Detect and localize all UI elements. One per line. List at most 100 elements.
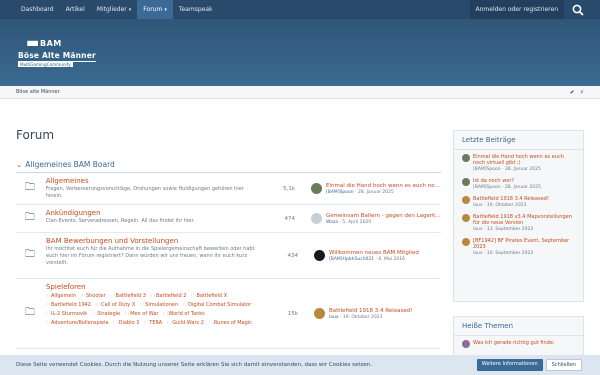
avatar[interactable] [311, 183, 323, 194]
chevron-down-icon: ▾ [164, 6, 167, 13]
nav-dashboard[interactable]: Dashboard [15, 0, 60, 19]
search-icon [572, 4, 584, 16]
subforum-link[interactable]: Runes of Magic [209, 319, 252, 327]
latest-posts-widget: Letzte Beiträge Einmal die Hand hoch wen… [453, 130, 584, 302]
last-post-user[interactable]: [BAM]Spoon [326, 190, 354, 195]
subforum-link[interactable]: Allgemein [46, 292, 76, 300]
nav-mitglieder[interactable]: Mitglieder ▾ [91, 0, 138, 19]
forum-node: 🗀 BAM Bewerbungen und Vorstellungen Ihr … [16, 233, 441, 279]
login-button[interactable]: Anmelden oder registrieren [469, 0, 564, 19]
avatar[interactable] [462, 154, 470, 162]
subforum-link[interactable]: Battlefield 3 [111, 292, 146, 300]
avatar[interactable] [462, 196, 470, 204]
page-title: Forum [16, 128, 55, 142]
latest-post-item: Battlefield 1918 v3.4 Mapvorstellungen f… [454, 210, 583, 234]
forum-description: Clan-Events, Serveradressen, Regeln. All… [45, 218, 195, 224]
last-post-title[interactable]: Einmal die Hand hoch wenn es euch noch..… [326, 183, 441, 189]
subforum-link[interactable]: TERA [144, 319, 162, 327]
last-post-title[interactable]: Willkommen neues BAM Mitglied [329, 250, 419, 256]
subforum-link[interactable]: IL-2 Sturmovik [46, 310, 87, 318]
subforum-link[interactable]: Battlefield X [191, 292, 227, 300]
folder-icon: 🗀 [24, 212, 35, 223]
forum-node: 🗀 Ankündigungen Clan-Events, Serveradres… [16, 205, 441, 233]
subforum-list: Allgemein Shooter Battlefield 3 Battlefi… [46, 292, 262, 327]
thread-count: 434 [287, 252, 299, 259]
top-navigation: Dashboard Artikel Mitglieder ▾ Forum ▾ Tea… [0, 0, 600, 19]
last-post-date: 28. Januar 2025 [357, 189, 394, 195]
last-post-title[interactable]: Gemeinsam Ballern - gegen den Lagerkolle… [326, 213, 441, 219]
subforum-link[interactable]: Digital Combat Simulator [183, 301, 251, 309]
avatar[interactable] [314, 250, 325, 261]
subforum-link[interactable]: Shooter [81, 292, 106, 300]
forum-title[interactable]: BAM Bewerbungen und Vorstellungen [46, 237, 262, 245]
tank-icon: ▬ [26, 35, 40, 51]
last-post-date: 6. Mai 2016 [378, 256, 405, 262]
subforum-link[interactable]: World of Tanks [163, 310, 204, 318]
last-post-user[interactable]: Waza [326, 220, 338, 225]
latest-post-item: Ist da noch wer? [BAM]Spoon · 28. Januar … [454, 174, 583, 192]
last-post-user[interactable]: laux [329, 315, 339, 320]
forum-title[interactable]: Spieleforen [46, 283, 262, 291]
folder-icon: 🗀 [25, 249, 35, 260]
subforum-link[interactable]: Diablo 3 [114, 319, 140, 327]
last-post: Einmal die Hand hoch wenn es euch noch..… [299, 173, 441, 204]
last-post-user[interactable]: [BAM]HpbhSuch021 [329, 257, 374, 262]
subforum-link[interactable]: Adventure/Rollenspiele [46, 319, 109, 327]
avatar[interactable] [462, 238, 470, 246]
subforum-link[interactable]: Strategie [92, 310, 120, 318]
folder-icon: 🗀 [24, 182, 35, 193]
check-icon[interactable]: ✔ [570, 89, 575, 96]
more-info-button[interactable]: Weitere Informationen [476, 359, 543, 371]
forum-node: 🗀 Allgemeines Fragen, Verbesserungsvorsc… [16, 173, 441, 205]
last-post-date: 5. April 2020 [342, 219, 372, 225]
post-user[interactable]: laux [473, 203, 483, 208]
post-title[interactable]: Ist da noch wer? [473, 178, 541, 184]
widget-title: Letzte Beiträge [454, 131, 583, 150]
hot-topics-widget: Heiße Themen Was ich gerade richtig gut … [453, 316, 584, 356]
avatar[interactable] [462, 178, 470, 186]
post-title[interactable]: Battlefield 1918 3.4 Released! [473, 196, 549, 202]
close-button[interactable]: Schließen [545, 359, 582, 371]
forum-title[interactable]: Ankündigungen [46, 209, 260, 217]
nav-artikel[interactable]: Artikel [60, 0, 91, 19]
thread-count: 15k [287, 310, 298, 317]
breadcrumb[interactable]: Böse alte Männer [16, 89, 60, 95]
post-title[interactable]: Einmal die Hand hoch wenn es euch noch v… [473, 154, 575, 166]
subforum-link[interactable]: Guild Wars 2 [167, 319, 204, 327]
subforum-link[interactable]: Men of War [125, 310, 158, 318]
last-post-date: 19. Oktober 2023 [342, 314, 383, 320]
site-logo[interactable]: ▬ BAM Böse Alte Männer MultiGamingCommun… [16, 35, 98, 73]
subforum-link[interactable]: Battlefield 2 [151, 292, 186, 300]
rss-icon[interactable]: ⚡ [580, 89, 584, 96]
post-title[interactable]: [BF1942] BF Pirates Event, September 202… [473, 238, 575, 250]
last-post-title[interactable]: Battlefield 1918 3.4 Released! [329, 308, 412, 314]
site-header: ▬ BAM Böse Alte Männer MultiGamingCommun… [0, 19, 600, 86]
last-post: Battlefield 1918 3.4 Released! laux · 19… [302, 279, 441, 348]
forum-title[interactable]: Allgemeines [46, 177, 260, 185]
subforum-link[interactable]: Battlefield 1942 [46, 301, 91, 309]
post-user[interactable]: [BAM]Spoon [473, 167, 501, 172]
avatar[interactable] [311, 213, 323, 224]
user-area: Anmelden oder registrieren [469, 0, 593, 19]
avatar[interactable] [462, 340, 470, 348]
thread-count: 474 [284, 215, 296, 222]
post-title[interactable]: Battlefield 1918 v3.4 Mapvorstellungen f… [473, 214, 575, 226]
thread-count: 5,1k [283, 185, 296, 192]
nav-forum[interactable]: Forum ▾ [137, 0, 173, 19]
search-button[interactable] [564, 0, 592, 19]
avatar[interactable] [462, 214, 470, 222]
category-header[interactable]: ⌄ Allgemeines BAM Board [16, 160, 441, 173]
post-user[interactable]: laux [473, 227, 483, 232]
post-user[interactable]: laux [473, 251, 483, 256]
subforum-link[interactable]: Call of Duty X [96, 301, 135, 309]
forum-list: ⌄ Allgemeines BAM Board 🗀 Allgemeines Fr… [16, 160, 441, 349]
cookie-notice: Diese Seite verwendet Cookies. Durch die… [0, 355, 600, 375]
subforum-link[interactable]: Simulationen [140, 301, 178, 309]
post-user[interactable]: [BAM]Spoon [473, 185, 501, 190]
nav-teamspeak[interactable]: Teamspeak [173, 0, 219, 19]
latest-post-item: Einmal die Hand hoch wenn es euch noch v… [454, 150, 583, 174]
avatar[interactable] [314, 308, 325, 319]
post-title[interactable]: Was ich gerade richtig gut finde: [473, 340, 555, 346]
latest-post-item: Battlefield 1918 3.4 Released! laux · 19.… [454, 192, 583, 210]
forum-description: Fragen, Verbesserungsvorschläge, Drohung… [45, 186, 244, 199]
